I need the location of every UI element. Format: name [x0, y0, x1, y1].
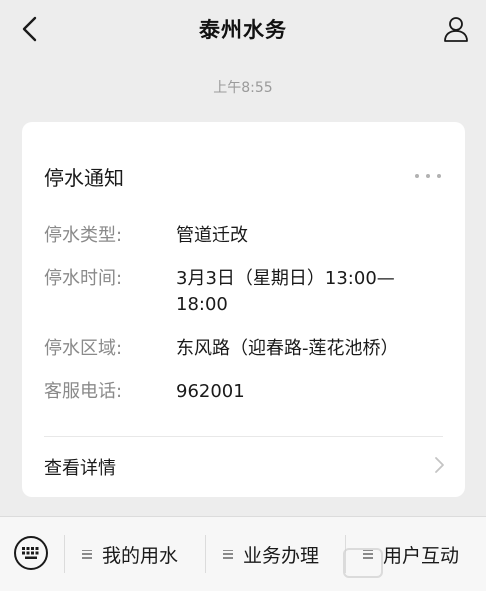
- row-value: 管道迁改: [176, 225, 248, 246]
- chevron-left-icon: [22, 16, 37, 42]
- back-button[interactable]: [14, 13, 46, 45]
- bottom-menu-bar: 我的用水 业务办理 用户互动: [0, 516, 486, 591]
- row-label: 停水时间:: [44, 268, 123, 289]
- row-label: 停水区域:: [44, 338, 123, 359]
- person-icon: [444, 17, 468, 42]
- menu-list-icon: [223, 549, 233, 559]
- row-value: 962001: [176, 381, 245, 402]
- top-bar: 泰州水务: [0, 0, 486, 58]
- menu-business[interactable]: 业务办理: [223, 535, 319, 573]
- menu-label: 业务办理: [243, 544, 320, 567]
- menu-separator: [205, 535, 206, 573]
- card-title: 停水通知: [44, 166, 124, 190]
- view-details-label: 查看详情: [44, 458, 116, 479]
- more-dots-icon[interactable]: [415, 172, 441, 180]
- menu-label: 我的用水: [102, 544, 179, 567]
- row-label: 停水类型:: [44, 225, 123, 246]
- row-label: 客服电话:: [44, 381, 123, 402]
- menu-list-icon: [82, 549, 92, 559]
- menu-my-water[interactable]: 我的用水: [82, 535, 178, 573]
- view-details-link[interactable]: 查看详情: [22, 437, 465, 495]
- chevron-right-icon: [435, 457, 444, 473]
- row-value: 3月3日（星期日）13:00—18:00: [176, 268, 395, 315]
- menu-label: 用户互动: [383, 544, 460, 567]
- outage-notice-card[interactable]: 停水通知 停水类型: 管道迁改 停水时间: 3月3日（星期日）13:00—18:…: [22, 122, 465, 497]
- profile-button[interactable]: [440, 13, 472, 45]
- row-value: 东风路（迎春路-莲花池桥）: [176, 338, 399, 359]
- keyboard-icon: [14, 536, 48, 570]
- page-title: 泰州水务: [199, 18, 287, 42]
- keyboard-toggle-button[interactable]: [13, 535, 49, 571]
- message-timestamp: 上午8:55: [213, 80, 273, 96]
- watermark-logo: [343, 548, 383, 578]
- menu-separator: [64, 535, 65, 573]
